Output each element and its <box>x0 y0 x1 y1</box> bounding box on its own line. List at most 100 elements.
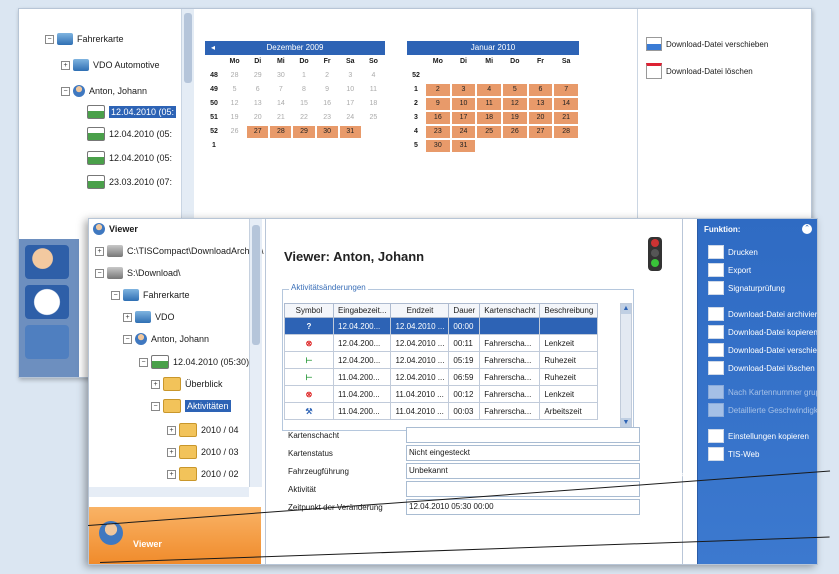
table-row[interactable]: ⊢ 12.04.200... 12.04.2010 ... 05:19 Fahrersc… <box>284 351 599 369</box>
calendar-day[interactable]: 26 <box>502 126 527 138</box>
tree-node-month[interactable]: + 2010 / 04 <box>167 423 239 437</box>
viewer-nav-icon[interactable] <box>25 245 69 279</box>
calendar-day[interactable] <box>476 69 502 83</box>
settings-nav-icon[interactable] <box>25 325 69 359</box>
expand-toggle-icon[interactable]: + <box>167 447 176 457</box>
calendar-day[interactable]: 7 <box>269 83 292 97</box>
calendar-day[interactable] <box>339 139 362 153</box>
tree-node-aktivitaeten[interactable]: − Aktivitäten <box>151 399 231 413</box>
calendar-day[interactable]: 15 <box>292 97 315 111</box>
tree-node-month[interactable]: + 2010 / 02 <box>167 467 239 481</box>
calendar-day[interactable]: 28 <box>223 69 246 83</box>
function-8-button[interactable]: Nach Kartennummer gruppi... <box>708 385 817 399</box>
collapse-toggle-icon[interactable]: − <box>123 334 132 344</box>
tree-node-date[interactable]: 12.04.2010 (05: <box>87 151 172 165</box>
scroll-thumb[interactable] <box>252 225 260 345</box>
table-row[interactable]: ⊗ 11.04.200... 11.04.2010 ... 00:12 Fahrersc… <box>284 385 599 403</box>
calendar-day[interactable]: 25 <box>362 111 385 125</box>
table-row[interactable]: ⚒ 11.04.200... 11.04.2010 ... 00:03 Fahrersc… <box>284 402 599 420</box>
table-row[interactable]: ⊗ 12.04.200... 12.04.2010 ... 00:11 Fahrersc… <box>284 334 599 352</box>
calendar-day[interactable]: 24 <box>339 111 362 125</box>
calendar-day[interactable]: 9 <box>426 98 450 110</box>
move-download-button[interactable]: Download-Datei verschieben <box>646 37 768 51</box>
tree-node-path1[interactable]: + C:\TISCompact\DownloadArchive\ <box>95 245 264 257</box>
calendar-day[interactable] <box>528 69 554 83</box>
scroll-thumb[interactable] <box>184 13 192 83</box>
expand-toggle-icon[interactable]: + <box>61 60 70 70</box>
calendar-day[interactable]: 12 <box>223 97 246 111</box>
calendar-day[interactable]: 2 <box>426 84 450 96</box>
table-scrollbar[interactable]: ▲ ▼ <box>620 303 632 429</box>
tree-node-vdo[interactable]: + VDO <box>123 311 175 323</box>
function-1-button[interactable]: Drucken <box>708 245 758 259</box>
tree-node-date[interactable]: 12.04.2010 (05: <box>87 127 172 141</box>
calendar-day[interactable] <box>502 69 528 83</box>
calendar-day[interactable]: 4 <box>477 84 501 96</box>
collapse-panel-icon[interactable]: » <box>681 469 693 481</box>
calendar-day[interactable]: 20 <box>528 112 553 124</box>
tree-node-date[interactable]: 12.04.2010 (05: <box>87 105 177 119</box>
calendar-day[interactable]: 11 <box>362 83 385 97</box>
calendar-day[interactable] <box>223 139 246 153</box>
calendar-day[interactable]: 21 <box>269 111 292 125</box>
calendar-day[interactable]: 9 <box>316 83 339 97</box>
function-4-button[interactable]: Download-Datei archivieren <box>708 307 817 321</box>
calendar-day[interactable]: 6 <box>528 84 553 96</box>
calendar-day[interactable]: 30 <box>426 140 450 152</box>
detail-value-field[interactable]: 12.04.2010 05:30 00:00 <box>406 499 640 515</box>
collapse-toggle-icon[interactable]: − <box>139 357 148 367</box>
column-header[interactable]: Eingabezeit... <box>332 303 392 318</box>
calendar-day[interactable]: 23 <box>426 126 450 138</box>
calendar-day[interactable]: 21 <box>554 112 578 124</box>
calendar-day[interactable] <box>476 139 502 153</box>
tree-node-path2[interactable]: − S:\Download\ <box>95 267 181 279</box>
calendar-day[interactable]: 22 <box>292 111 315 125</box>
calendar-day[interactable] <box>246 139 269 153</box>
function-11-button[interactable]: TIS-Web <box>708 447 759 461</box>
calendar-day[interactable]: 2 <box>316 69 339 83</box>
tree-node-month[interactable]: + 2010 / 03 <box>167 445 239 459</box>
calendar-day[interactable] <box>316 139 339 153</box>
detail-value-field[interactable]: Unbekannt <box>406 463 640 479</box>
column-header[interactable]: Beschreibung <box>539 303 599 318</box>
function-5-button[interactable]: Download-Datei kopieren <box>708 325 817 339</box>
calendar-day[interactable]: 17 <box>451 112 476 124</box>
expand-toggle-icon[interactable]: + <box>123 312 132 322</box>
detail-value-field[interactable]: Nicht eingesteckt <box>406 445 640 461</box>
calendar-day[interactable] <box>292 139 315 153</box>
calendar-day[interactable] <box>269 139 292 153</box>
calendar-day[interactable] <box>362 139 385 153</box>
calendar-day[interactable] <box>553 139 579 153</box>
calendar-day[interactable]: 28 <box>270 126 292 138</box>
calendar-day[interactable]: 27 <box>528 126 553 138</box>
collapse-toggle-icon[interactable]: − <box>61 86 70 96</box>
calendar-day[interactable]: 24 <box>451 126 476 138</box>
function-7-button[interactable]: Download-Datei löschen <box>708 361 815 375</box>
calendar-day[interactable]: 14 <box>269 97 292 111</box>
column-header[interactable]: Kartenschacht <box>479 303 541 318</box>
calendar-day[interactable]: 3 <box>451 84 476 96</box>
function-10-button[interactable]: Einstellungen kopieren <box>708 429 809 443</box>
tree-horizontal-scrollbar[interactable] <box>89 487 249 497</box>
back-tree-scrollbar[interactable] <box>181 9 194 239</box>
calendar-day[interactable]: 11 <box>477 98 501 110</box>
calendar-day[interactable]: 20 <box>246 111 269 125</box>
calendar-day[interactable]: 18 <box>362 97 385 111</box>
calendar-day[interactable]: 27 <box>247 126 269 138</box>
calendar-day[interactable]: 12 <box>502 98 527 110</box>
calendar-day[interactable]: 19 <box>502 112 527 124</box>
tree-node-driver[interactable]: − Anton, Johann <box>123 333 209 345</box>
collapse-toggle-icon[interactable]: − <box>45 34 54 44</box>
table-row[interactable]: ? 12.04.200... 12.04.2010 ... 00:00 <box>284 317 599 335</box>
tree-node-fahrerkarte[interactable]: − Fahrerkarte <box>111 289 190 301</box>
tree-node-date[interactable]: − 12.04.2010 (05:30) <box>139 355 249 369</box>
calendar-day[interactable]: 8 <box>292 83 315 97</box>
calendar-day[interactable] <box>362 125 385 139</box>
calendar-day[interactable]: 18 <box>477 112 501 124</box>
calendar-day[interactable]: 29 <box>246 69 269 83</box>
calendar-day[interactable]: 29 <box>293 126 315 138</box>
collapse-toggle-icon[interactable]: − <box>95 268 104 278</box>
calendar-day[interactable] <box>553 69 579 83</box>
calendar-day[interactable]: 10 <box>339 83 362 97</box>
column-header[interactable]: Symbol <box>284 303 334 318</box>
